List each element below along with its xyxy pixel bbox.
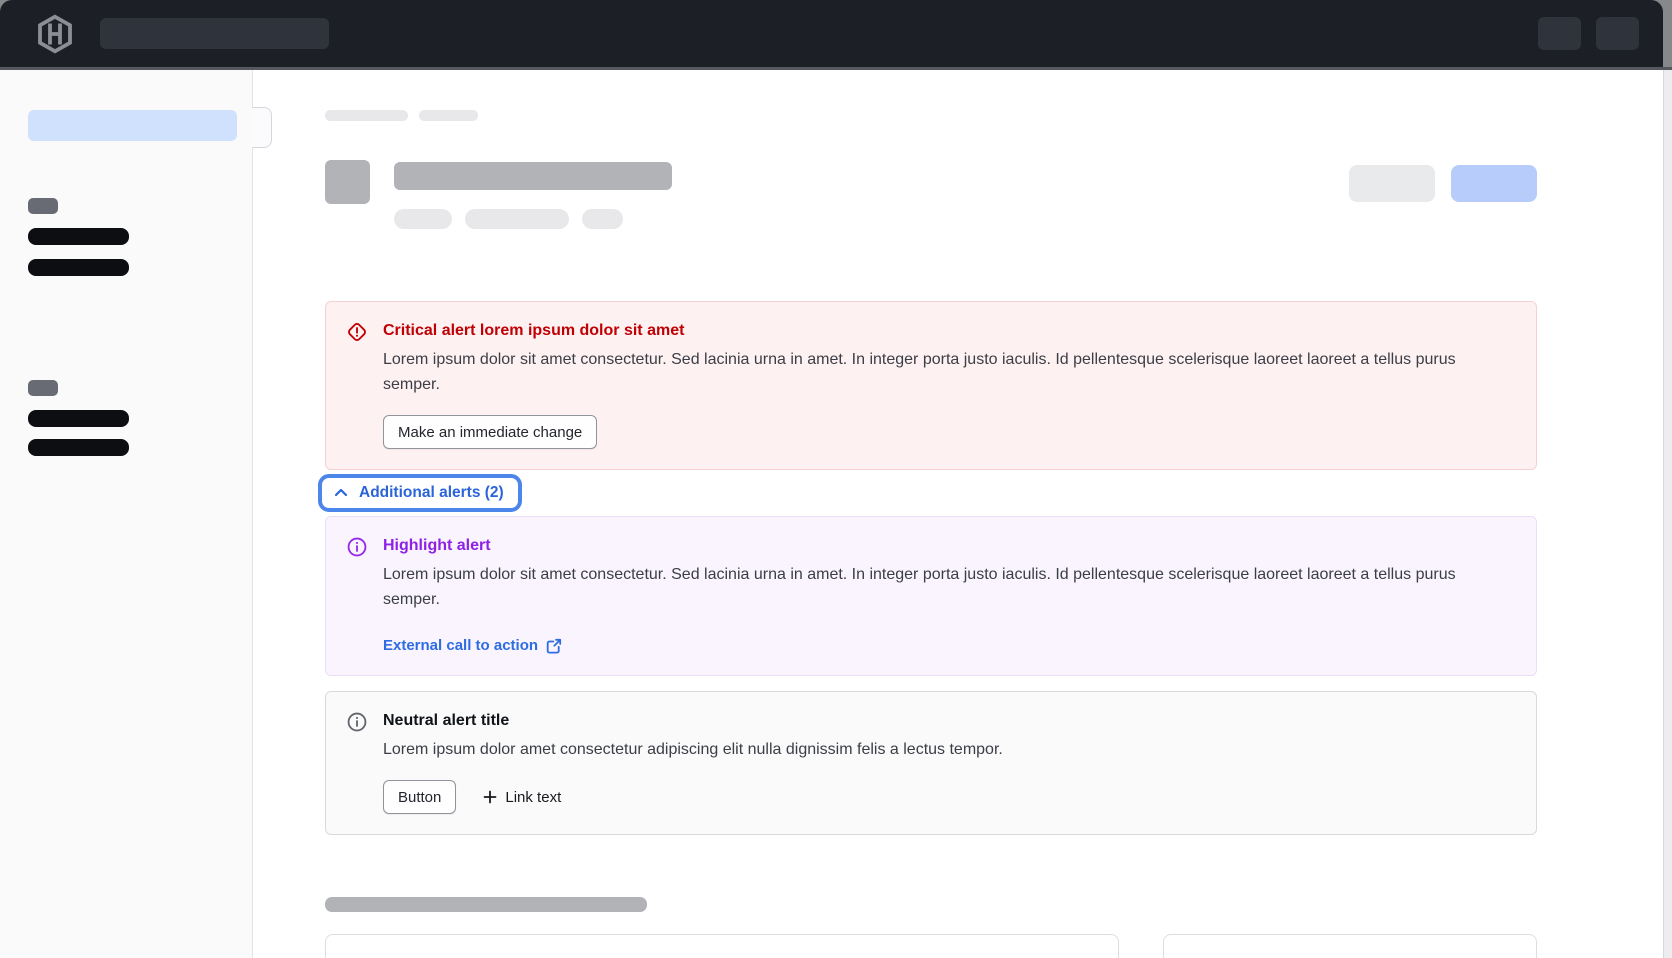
chevron-up-icon (333, 485, 349, 501)
sidebar-item-skeleton (28, 228, 129, 245)
breadcrumb (325, 110, 1537, 121)
breadcrumb-skeleton (419, 110, 478, 121)
neutral-alert-link[interactable]: Link text (482, 789, 561, 806)
main-area: Critical alert lorem ipsum dolor sit ame… (253, 70, 1663, 958)
primary-button-placeholder[interactable] (1451, 165, 1537, 202)
secondary-button-placeholder[interactable] (1349, 165, 1435, 202)
sidebar-skeleton-group-2 (28, 380, 252, 456)
card-placeholder-2 (1163, 934, 1537, 958)
sidebar-section-label-skeleton (28, 198, 58, 214)
page-title-block (394, 160, 672, 229)
neutral-alert-actions: Button Link text (383, 762, 1516, 814)
sidebar-active-item-placeholder[interactable] (28, 110, 237, 141)
app-shell: Critical alert lorem ipsum dolor sit ame… (0, 70, 1663, 958)
additional-alerts-toggle[interactable]: Additional alerts (2) (318, 474, 522, 512)
sidebar-item-skeleton (28, 410, 129, 427)
neutral-alert-button[interactable]: Button (383, 780, 456, 814)
page-meta-skeletons (394, 209, 672, 229)
meta-badge-skeleton (394, 209, 452, 229)
sidebar-item-skeleton (28, 259, 129, 276)
sidebar-skeleton-group-1 (28, 198, 252, 276)
card-placeholder-1 (325, 934, 1119, 958)
topbar (0, 0, 1663, 70)
page-title-skeleton (394, 162, 672, 190)
critical-alert-content: Critical alert lorem ipsum dolor sit ame… (383, 320, 1516, 449)
highlight-alert: Highlight alert Lorem ipsum dolor sit am… (325, 516, 1537, 676)
cards-row (325, 934, 1537, 958)
topbar-action-placeholder-2[interactable] (1596, 17, 1639, 50)
scrollbar-track[interactable] (1663, 70, 1672, 958)
global-search-placeholder[interactable] (100, 18, 329, 49)
neutral-alert-title: Neutral alert title (383, 710, 1516, 731)
section-title-skeleton (325, 897, 647, 912)
info-circle-icon (346, 711, 368, 733)
sidebar-section-label-skeleton (28, 380, 58, 396)
info-circle-icon (346, 536, 368, 558)
highlight-alert-content: Highlight alert Lorem ipsum dolor sit am… (383, 535, 1516, 655)
breadcrumb-skeleton (325, 110, 408, 121)
page-icon-placeholder (325, 160, 370, 204)
page-header (325, 160, 1537, 229)
neutral-alert-content: Neutral alert title Lorem ipsum dolor am… (383, 710, 1516, 814)
page-content: Critical alert lorem ipsum dolor sit ame… (325, 110, 1537, 958)
highlight-alert-description: Lorem ipsum dolor sit amet consectetur. … (383, 562, 1463, 612)
plus-icon (482, 789, 498, 805)
critical-alert: Critical alert lorem ipsum dolor sit ame… (325, 301, 1537, 470)
sidebar (0, 70, 253, 958)
critical-alert-action-button[interactable]: Make an immediate change (383, 415, 597, 449)
meta-badge-skeleton (465, 209, 569, 229)
page-header-actions (1349, 165, 1537, 229)
hashicorp-logo-icon (36, 14, 74, 54)
neutral-alert-link-label: Link text (505, 789, 561, 806)
additional-alerts-toggle-wrap: Additional alerts (2) (318, 474, 1537, 512)
highlight-alert-title: Highlight alert (383, 535, 1516, 556)
alert-diamond-icon (346, 321, 368, 343)
topbar-action-placeholder-1[interactable] (1538, 17, 1581, 50)
alerts-stack: Critical alert lorem ipsum dolor sit ame… (325, 301, 1537, 835)
highlight-alert-external-link[interactable]: External call to action (383, 637, 562, 654)
critical-alert-title: Critical alert lorem ipsum dolor sit ame… (383, 320, 1516, 341)
sidebar-item-skeleton (28, 439, 129, 456)
critical-alert-description: Lorem ipsum dolor sit amet consectetur. … (383, 347, 1463, 397)
meta-badge-skeleton (582, 209, 623, 229)
neutral-alert-description: Lorem ipsum dolor amet consectetur adipi… (383, 737, 1463, 762)
neutral-alert: Neutral alert title Lorem ipsum dolor am… (325, 691, 1537, 835)
external-link-label: External call to action (383, 637, 538, 654)
external-link-icon (546, 638, 562, 654)
sidebar-flyout-handle[interactable] (252, 107, 272, 148)
additional-alerts-toggle-label: Additional alerts (2) (359, 483, 504, 503)
